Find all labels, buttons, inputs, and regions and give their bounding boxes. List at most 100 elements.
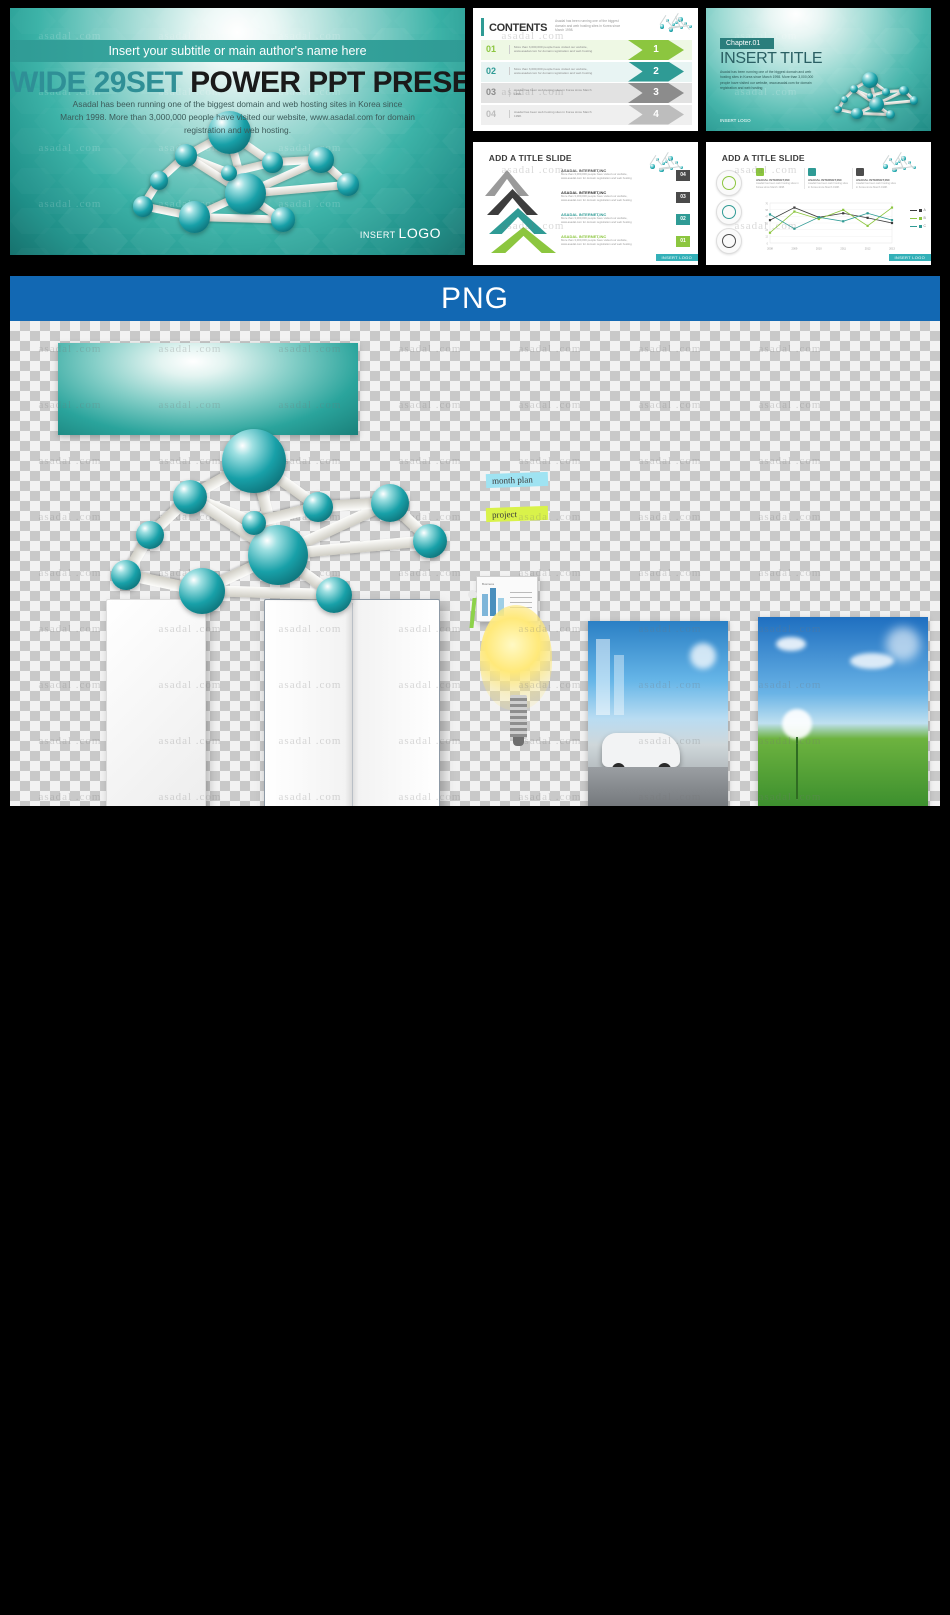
sticky-note-month-plan: month plan bbox=[485, 471, 549, 489]
logo-tag: INSERT LOGO bbox=[655, 254, 698, 261]
slide-heading: ADD A TITLE SLIDE bbox=[488, 153, 572, 164]
pyramid-layer bbox=[485, 170, 529, 196]
deck-subrow: asadal .comasadal .comasadal .comasadal … bbox=[473, 142, 931, 265]
svg-text:70: 70 bbox=[765, 202, 768, 205]
cover-subtitle-band: Insert your subtitle or main author's na… bbox=[10, 40, 465, 62]
watermark-text: asadal .com bbox=[758, 455, 822, 467]
svg-text:2008: 2008 bbox=[767, 247, 773, 251]
contents-row[interactable]: 04 Asadal has been web hosting sites in K… bbox=[481, 104, 692, 125]
watermark-text: asadal .com bbox=[398, 399, 462, 411]
svg-text:58: 58 bbox=[765, 209, 768, 212]
slide-chapter-01[interactable]: asadal .comasadal .comasadal .comasadal … bbox=[706, 8, 931, 131]
deck-row: asadal .comasadal .comasadal .comasadal … bbox=[10, 8, 940, 265]
header-body: Asadal has been web hosting sites in Kor… bbox=[856, 182, 896, 189]
circle-icon-column bbox=[714, 170, 750, 256]
watermark-text: asadal .com bbox=[638, 399, 702, 411]
watermark-text: asadal .com bbox=[758, 343, 822, 355]
contents-row[interactable]: 01 More than 3,000,000 people have visite… bbox=[481, 40, 692, 60]
contents-row-badge: 1 bbox=[628, 40, 684, 60]
svg-text:2012: 2012 bbox=[865, 247, 871, 251]
contents-row-text: More than 3,000,000 people have visited … bbox=[509, 66, 595, 76]
contents-row-badge: 3 bbox=[628, 83, 684, 103]
watermark-text: asadal .com bbox=[518, 343, 582, 355]
contents-row-badge: 2 bbox=[628, 61, 684, 82]
legend-entry: B bbox=[909, 216, 926, 220]
legend-entry: C bbox=[909, 224, 926, 228]
svg-text:2009: 2009 bbox=[792, 247, 798, 251]
contents-row-number: 01 bbox=[486, 44, 497, 54]
line-chart-legend: ABC bbox=[909, 208, 926, 232]
legend-entry: A bbox=[909, 208, 926, 212]
slide-contents[interactable]: asadal .comasadal .comasadal .comasadal … bbox=[473, 8, 698, 131]
sticky-note-project: project bbox=[485, 505, 549, 523]
png-band-label: PNG bbox=[10, 276, 940, 321]
watermark-text: asadal .com bbox=[638, 343, 702, 355]
circle-icon bbox=[716, 170, 742, 196]
contents-row-text: More than 3,000,000 people have visited … bbox=[509, 45, 595, 54]
cover-title: WIDE 29SET POWER PPT PRESENTATION bbox=[10, 66, 465, 100]
pyramid-text-row: ASADAL INTERNET,INC More than 3,000,000 p… bbox=[561, 190, 694, 211]
watermark-text: asadal .com bbox=[758, 511, 822, 523]
circle-icon bbox=[716, 228, 742, 254]
row-body: More than 3,000,000 people have visited … bbox=[561, 194, 632, 202]
watermark-text: asadal .com bbox=[638, 567, 702, 579]
molecule-3d-asset bbox=[70, 429, 470, 631]
contents-row-text: Asadal has been web hosting sites in Kor… bbox=[509, 109, 595, 119]
cover-title-rest: POWER PPT PRESENTATION bbox=[190, 66, 465, 99]
watermark-text: asadal .com bbox=[758, 399, 822, 411]
glowing-lightbulb-asset bbox=[472, 599, 562, 806]
pyramid-text-list: ASADAL INTERNET,INC More than 3,000,000 p… bbox=[561, 168, 694, 256]
pyramid-text-row: ASADAL INTERNET,INC More than 3,000,000 p… bbox=[561, 234, 694, 255]
slide-line-chart[interactable]: asadal .comasadal .comasadal .comasadal … bbox=[706, 142, 931, 265]
chapter-label: Chapter.01 bbox=[720, 38, 775, 49]
svg-text:12: 12 bbox=[765, 236, 768, 239]
cover-logo: INSERT LOGO bbox=[360, 225, 441, 241]
svg-text:2013: 2013 bbox=[889, 247, 895, 251]
deck-subrow: asadal .comasadal .comasadal .comasadal … bbox=[473, 8, 931, 131]
line-chart-headers: ASADAL INTERNET,INC Asadal has been web h… bbox=[756, 168, 927, 198]
contents-note: Asadal has been running one of the bigge… bbox=[555, 19, 621, 33]
row-badge: 03 bbox=[676, 192, 690, 203]
teal-gradient-background-asset bbox=[58, 343, 358, 435]
chapter-body: Asadal has been running one of the bigge… bbox=[720, 70, 814, 91]
deck-right-column: asadal .comasadal .comasadal .comasadal … bbox=[473, 8, 931, 265]
svg-text:47: 47 bbox=[765, 216, 768, 219]
contents-row-badge: 4 bbox=[628, 104, 684, 125]
pyramid-text-row: ASADAL INTERNET,INC More than 3,000,000 p… bbox=[561, 168, 694, 189]
png-asset-section: PNG asadal .com asadal .com asadal .com asa… bbox=[10, 276, 940, 806]
header-body: Asadal has been web hosting sites in Kor… bbox=[756, 182, 799, 189]
contents-row[interactable]: 03 Asadal has been web hosting sites in K… bbox=[481, 83, 692, 103]
svg-text:23: 23 bbox=[765, 229, 768, 232]
contents-row-number: 02 bbox=[486, 65, 497, 76]
contents-row-text: Asadal has been web hosting sites in Kor… bbox=[509, 88, 595, 97]
contents-heading: CONTENTS bbox=[489, 22, 548, 34]
line-chart-header-col: ASADAL INTERNET,INC Asadal has been web h… bbox=[852, 168, 897, 190]
line-chart-header-col: ASADAL INTERNET,INC Asadal has been web h… bbox=[756, 168, 801, 189]
contents-row-number: 03 bbox=[486, 87, 497, 97]
svg-text:35: 35 bbox=[765, 222, 768, 225]
molecule-illustration bbox=[824, 71, 924, 124]
row-body: More than 3,000,000 people have visited … bbox=[561, 172, 632, 180]
row-badge: 02 bbox=[676, 214, 690, 225]
header-body: Asadal has been web hosting sites in Kor… bbox=[808, 182, 848, 189]
slide-pyramid[interactable]: asadal .comasadal .comasadal .comasadal … bbox=[473, 142, 698, 265]
footer-watermark-strip bbox=[0, 806, 950, 828]
slide-heading: ADD A TITLE SLIDE bbox=[721, 153, 805, 164]
row-body: More than 3,000,000 people have visited … bbox=[561, 238, 632, 246]
transparency-checkerboard: asadal .com asadal .com asadal .com asadal … bbox=[10, 321, 940, 806]
line-chart-header-col: ASADAL INTERNET,INC Asadal has been web h… bbox=[804, 168, 849, 190]
slide-title-cover[interactable]: asadal .comasadal .comasadal .comasadal … bbox=[10, 8, 465, 255]
watermark-text: asadal .com bbox=[518, 399, 582, 411]
contents-row-number: 04 bbox=[486, 108, 497, 119]
cover-logo-big: LOGO bbox=[398, 225, 441, 241]
cover-logo-small: INSERT bbox=[359, 230, 396, 240]
svg-text:0: 0 bbox=[767, 242, 769, 245]
svg-text:2010: 2010 bbox=[816, 247, 822, 251]
svg-text:2011: 2011 bbox=[840, 247, 846, 251]
slide-deck: asadal .comasadal .comasadal .comasadal … bbox=[0, 0, 950, 265]
row-body: More than 3,000,000 people have visited … bbox=[561, 216, 632, 224]
mini-molecule-icon bbox=[656, 12, 694, 33]
contents-row[interactable]: 02 More than 3,000,000 people have visite… bbox=[481, 61, 692, 82]
line-chart: 70 58 47 35 23 12 0 2008 2009 2010 2011 2012 2013 bbox=[765, 202, 895, 251]
pyramid-graphic bbox=[485, 170, 557, 253]
